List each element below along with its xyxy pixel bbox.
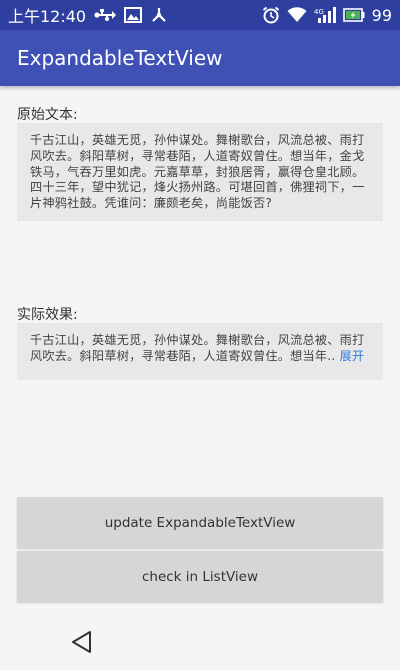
status-bar: 上午12:40 4G 99: [0, 0, 400, 30]
image-icon: [124, 7, 143, 23]
original-text-line: 片神鸦社鼓。凭谁问：廉颇老矣，尚能饭否?: [30, 196, 273, 211]
expandable-text-line-last: 风吹去。斜阳草树，寻常巷陌，人道寄奴曾住。想当年.. 展开: [30, 349, 370, 365]
back-triangle-icon[interactable]: [71, 630, 93, 658]
original-text-line: 千古江山，英雄无觅，孙仲谋处。舞榭歌台，风流总被、雨打: [30, 133, 365, 147]
app-title: ExpandableTextView: [17, 46, 223, 70]
original-text-line: 四十三年，望中犹记，烽火扬州路。可堪回首，佛狸祠下，一: [30, 180, 365, 195]
original-text-line: 铁马，气吞万里如虎。元嘉草草，封狼居胥，赢得仓皇北顾。: [30, 164, 365, 179]
status-time: 上午12:40: [8, 7, 87, 26]
battery-icon: [342, 8, 365, 22]
check-in-listview-button[interactable]: check in ListView: [17, 551, 383, 602]
expandable-text-view[interactable]: 千古江山，英雄无觅，孙仲谋处。舞榭歌台，风流总被、雨打 风吹去。斜阳草树，寻常巷…: [17, 323, 383, 380]
expandable-text-line: 千古江山，英雄无觅，孙仲谋处。舞榭歌台，风流总被、雨打: [30, 333, 365, 347]
original-text-line: 风吹去。斜阳草树，寻常巷陌，人道寄奴曾住。想当年，金戈: [30, 148, 365, 163]
update-expandable-textview-button[interactable]: update ExpandableTextView: [17, 497, 383, 548]
battery-level: 99: [371, 5, 392, 25]
usb-icon: [94, 8, 117, 22]
alarm-icon: [262, 6, 280, 24]
expand-link[interactable]: 展开: [340, 349, 365, 363]
usb-debug-icon: [150, 6, 168, 24]
wifi-icon: [287, 7, 307, 23]
expandable-text-truncated: 风吹去。斜阳草树，寻常巷陌，人道寄奴曾住。想当年..: [30, 348, 336, 363]
navigation-bar: [0, 616, 400, 670]
app-bar: ExpandableTextView: [0, 30, 400, 86]
signal-4g-icon: 4G: [314, 7, 336, 23]
original-text-box: 千古江山，英雄无觅，孙仲谋处。舞榭歌台，风流总被、雨打 风吹去。斜阳草树，寻常巷…: [17, 123, 383, 221]
svg-text:4G: 4G: [314, 8, 324, 16]
actual-effect-label: 实际效果:: [17, 307, 78, 323]
original-text-label: 原始文本:: [17, 107, 78, 123]
